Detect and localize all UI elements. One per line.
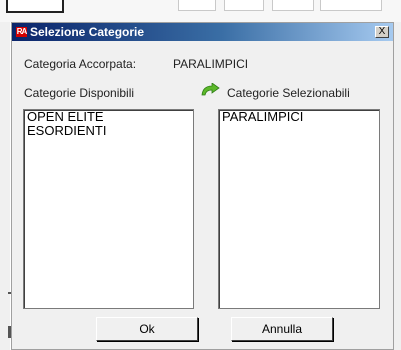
background-cell	[6, 0, 64, 13]
app-icon: RA	[16, 27, 27, 37]
background-right-edge	[394, 22, 401, 350]
categorie-disponibili-list[interactable]: OPEN ELITE ESORDIENTI	[23, 109, 194, 309]
list-item[interactable]: PARALIMPICI	[219, 110, 379, 124]
green-curved-arrow-icon[interactable]	[200, 83, 220, 97]
ok-button[interactable]: Ok	[96, 317, 198, 341]
close-button[interactable]: X	[375, 26, 389, 38]
categorie-selezionabili-list[interactable]: PARALIMPICI	[218, 109, 380, 309]
categorie-selezionabili-label: Categorie Selezionabili	[227, 86, 350, 100]
background-cell	[178, 0, 216, 11]
dialog-titlebar[interactable]: RA Selezione Categorie X	[12, 23, 393, 41]
background-cell	[320, 0, 382, 11]
categorie-disponibili-label: Categorie Disponibili	[24, 86, 135, 100]
list-item[interactable]: ESORDIENTI	[24, 124, 193, 138]
list-item[interactable]: OPEN ELITE	[24, 110, 193, 124]
selezione-categorie-dialog: RA Selezione Categorie X Categoria Accor…	[11, 22, 394, 350]
background-left-edge	[0, 22, 10, 350]
annulla-button[interactable]: Annulla	[231, 317, 333, 341]
background-cell	[224, 0, 264, 11]
background-cell	[272, 0, 314, 11]
dialog-title: Selezione Categorie	[30, 25, 145, 39]
categoria-accorpata-value: PARALIMPICI	[173, 57, 249, 71]
categoria-accorpata-label: Categoria Accorpata:	[24, 57, 137, 71]
